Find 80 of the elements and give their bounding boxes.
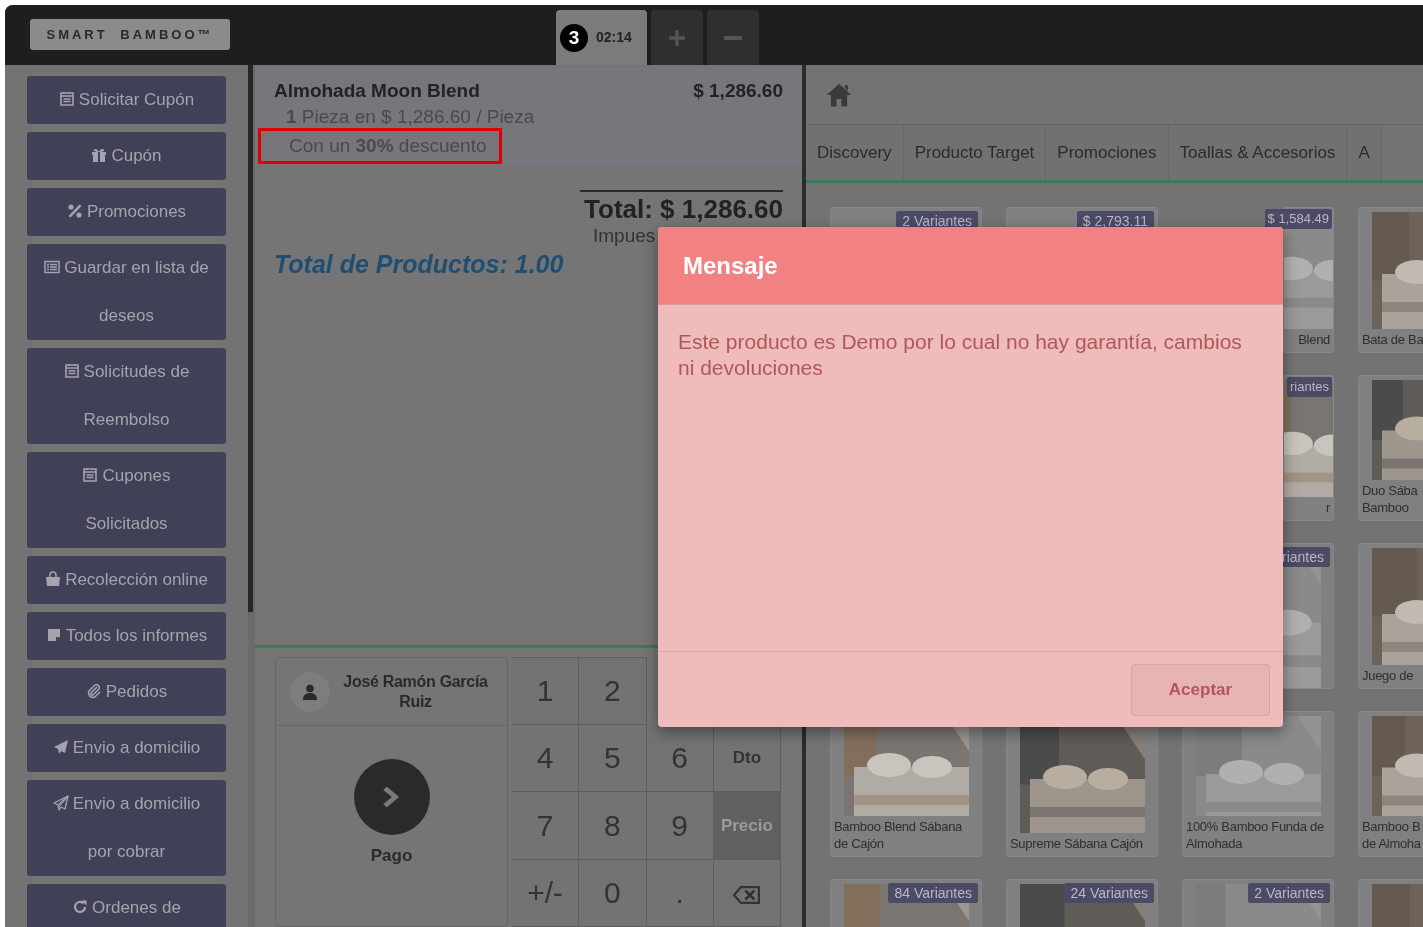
sidebar-button[interactable]: Promociones bbox=[27, 188, 226, 236]
sidebar-button[interactable]: Cupones Solicitados bbox=[27, 452, 226, 548]
keypad-key[interactable]: 2 bbox=[579, 657, 647, 725]
product-name: Bata de Ba bbox=[1361, 331, 1423, 349]
order-tab[interactable]: 3 02:14 bbox=[556, 10, 647, 65]
note-icon bbox=[45, 627, 62, 643]
sidebar-button[interactable]: Guardar en lista de deseos bbox=[27, 244, 226, 340]
keypad-key[interactable]: Precio bbox=[713, 792, 781, 860]
customer-button[interactable]: José Ramón García Ruiz bbox=[276, 658, 507, 726]
accept-button[interactable]: Aceptar bbox=[1131, 663, 1270, 716]
sidebar-button[interactable]: Cupón bbox=[27, 132, 226, 180]
avatar-icon bbox=[290, 671, 330, 712]
order-time: 02:14 bbox=[596, 28, 632, 47]
product-card[interactable]: Bamboo B de Almoha bbox=[1358, 711, 1423, 857]
sidebar-button[interactable]: Envio a domicilio por cobrar bbox=[27, 780, 226, 876]
product-count: Total de Productos: 1.00 bbox=[274, 250, 564, 278]
dialog-message: Este producto es Demo por lo cual no hay garantía, cambios ni devoluciones bbox=[678, 329, 1243, 381]
refresh-icon bbox=[72, 899, 89, 915]
variant-badge: riantes bbox=[1286, 377, 1332, 397]
keypad-key[interactable]: 0 bbox=[579, 859, 647, 927]
sidebar-button[interactable]: Pedidos bbox=[27, 668, 226, 716]
keypad-key[interactable]: 9 bbox=[646, 792, 714, 860]
sidebar-button[interactable]: Todos los informes bbox=[27, 612, 226, 660]
paperclip-icon bbox=[85, 683, 102, 699]
variant-badge: 24 Variantes bbox=[1064, 883, 1154, 903]
keypad-key[interactable]: 8 bbox=[579, 792, 647, 860]
minus-icon bbox=[724, 36, 742, 41]
backspace-icon bbox=[733, 886, 761, 905]
sidebar-button[interactable]: Recolección online bbox=[27, 556, 226, 604]
product-card[interactable]: 100% Bamboo Funda de Almohada bbox=[1182, 711, 1334, 857]
percent-icon bbox=[66, 203, 83, 219]
keypad-key[interactable]: 1 bbox=[512, 657, 580, 725]
home-icon bbox=[825, 81, 853, 108]
keypad-key[interactable]: 7 bbox=[512, 792, 580, 860]
sidebar-button[interactable]: Solicitudes de Reembolso bbox=[27, 348, 226, 444]
keypad-key[interactable]: . bbox=[646, 859, 714, 927]
gift-icon bbox=[91, 147, 108, 163]
product-name: Almohada Moon Blend bbox=[274, 79, 480, 103]
calendar-icon bbox=[58, 91, 75, 107]
dialog-title: Mensaje bbox=[683, 250, 778, 281]
product-name: Bamboo Blend Sábana de Cajón bbox=[833, 818, 963, 853]
logo: SMART BAMBOO™ bbox=[30, 19, 230, 50]
product-name: r bbox=[1324, 499, 1331, 517]
backspace-key[interactable] bbox=[713, 859, 781, 927]
calendar-icon bbox=[63, 363, 80, 379]
product-name: 100% Bamboo Funda de Almohada bbox=[1185, 818, 1325, 853]
order-total: Total: $ 1,286.60 bbox=[583, 193, 783, 226]
shopping-bag-icon bbox=[45, 571, 62, 587]
tax-label: Impues bbox=[592, 226, 657, 246]
keypad-key[interactable]: +/- bbox=[512, 859, 580, 927]
keypad-key[interactable]: 6 bbox=[646, 724, 714, 792]
product-card[interactable]: Juego de bbox=[1358, 543, 1423, 689]
product-card[interactable]: Duo Sába Bamboo bbox=[1358, 375, 1423, 521]
variant-badge: 84 Variantes bbox=[888, 883, 978, 903]
paper-plane-icon bbox=[52, 795, 69, 811]
customer-name: José Ramón García Ruiz bbox=[342, 671, 489, 712]
product-name: Supreme Sábana Cajón bbox=[1009, 835, 1144, 853]
sidebar-button[interactable]: Envio a domicilio bbox=[27, 724, 226, 772]
keypad-key[interactable]: 5 bbox=[579, 724, 647, 792]
sidebar-button[interactable]: Ordenes de bbox=[27, 884, 226, 927]
calendar-icon bbox=[82, 467, 99, 483]
variant-badge: $ 1,584.49 bbox=[1264, 209, 1332, 229]
product-card[interactable]: Bata de Ba bbox=[1358, 207, 1423, 353]
line-price: $ 1,286.60 bbox=[693, 79, 783, 103]
add-order-button[interactable] bbox=[651, 10, 703, 65]
product-name: Bamboo B de Almoha bbox=[1361, 818, 1422, 853]
remove-order-button[interactable] bbox=[707, 10, 759, 65]
product-name: Duo Sába Bamboo bbox=[1361, 482, 1419, 517]
keypad-key[interactable]: 4 bbox=[512, 724, 580, 792]
paper-plane-icon bbox=[52, 739, 69, 755]
product-name: Juego de bbox=[1361, 667, 1415, 685]
variant-badge: 2 Variantes bbox=[1248, 883, 1330, 903]
keypad-key[interactable]: Dto bbox=[713, 724, 781, 792]
plus-icon bbox=[668, 29, 686, 48]
order-number: 3 bbox=[560, 23, 588, 52]
payment-label: Pago bbox=[370, 845, 413, 868]
sidebar-button[interactable]: Solicitar Cupón bbox=[27, 76, 226, 124]
list-icon bbox=[44, 259, 61, 275]
product-name: Blend bbox=[1297, 331, 1331, 349]
scrollbar[interactable] bbox=[248, 65, 253, 612]
